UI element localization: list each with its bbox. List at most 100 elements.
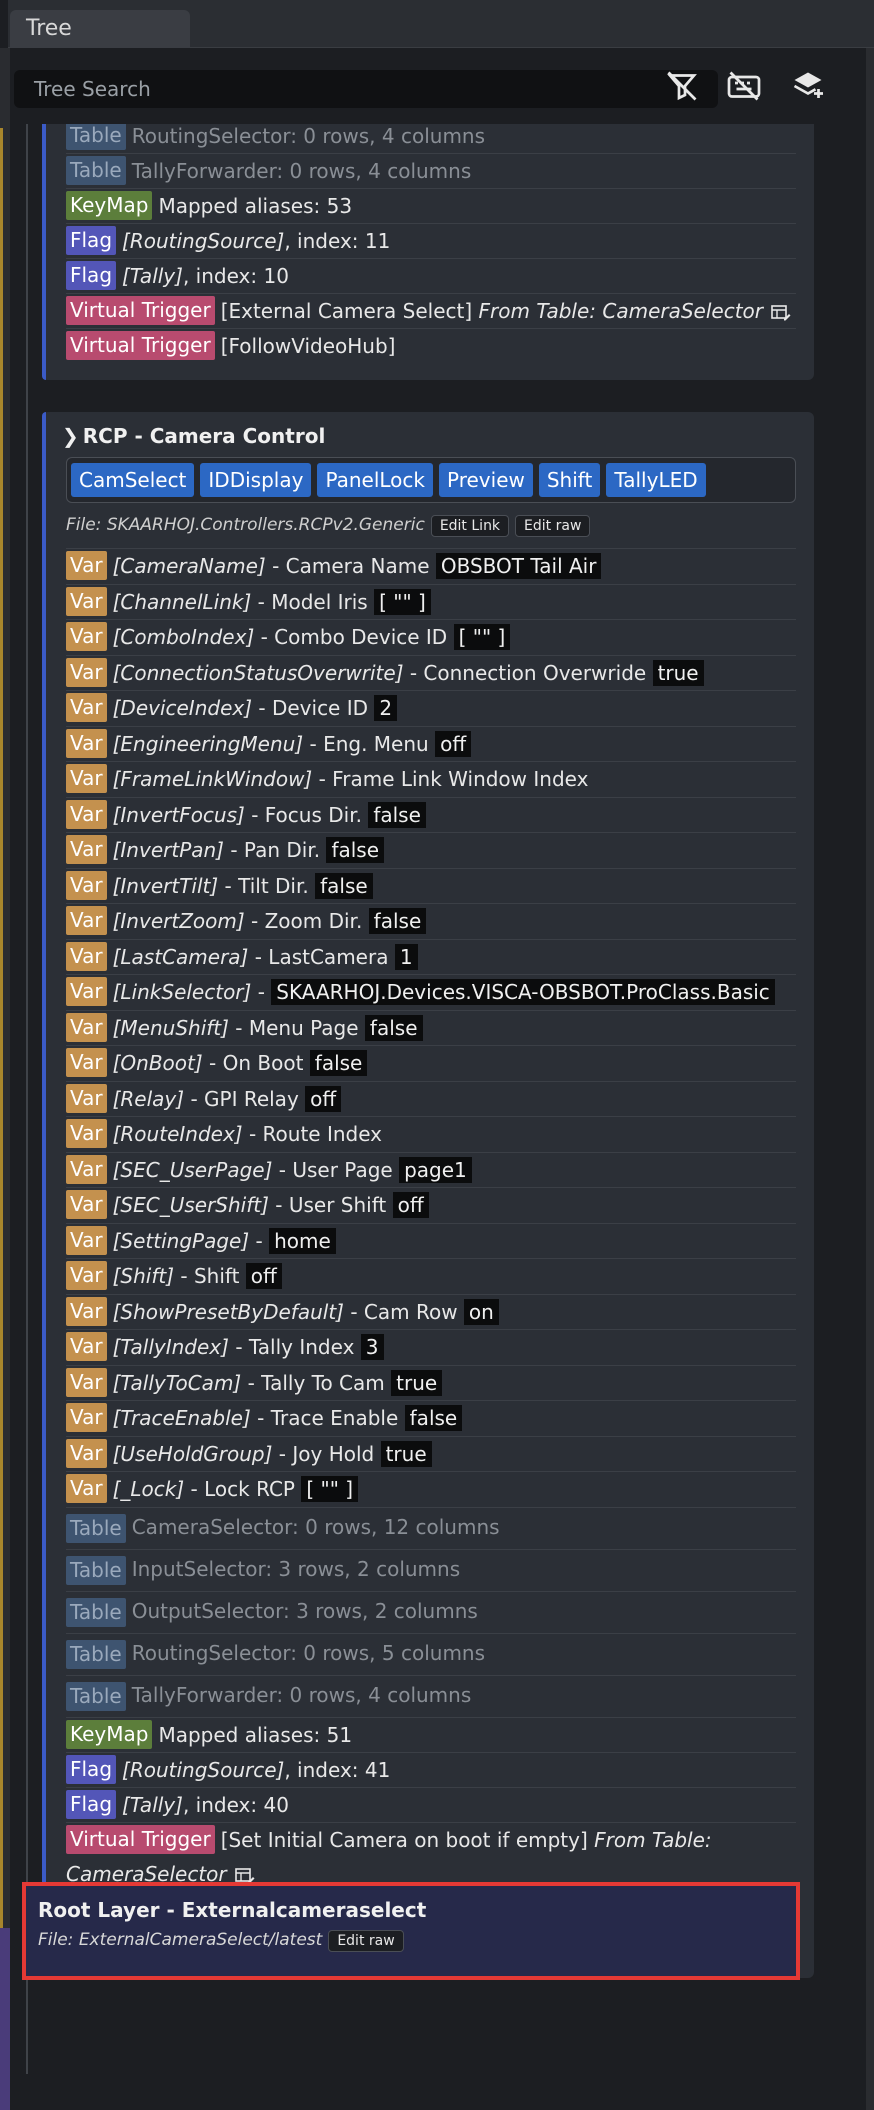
var-row[interactable]: Var [SEC_UserShift] - User Shift off: [66, 1187, 796, 1222]
var-name: [MenuShift]: [112, 1015, 229, 1040]
var-badge: Var: [66, 906, 107, 935]
var-row[interactable]: Var [Relay] - GPI Relay off: [66, 1080, 796, 1116]
tag-tallyled[interactable]: TallyLED: [606, 463, 706, 497]
table-row[interactable]: Table RoutingSelector: 0 rows, 5 columns: [66, 1633, 796, 1675]
tag-panellock[interactable]: PanelLock: [317, 463, 433, 497]
var-name: [OnBoot]: [112, 1051, 203, 1075]
var-label: - Joy Hold: [278, 1441, 375, 1466]
var-row[interactable]: Var [FrameLinkWindow] - Frame Link Window…: [66, 761, 796, 796]
virtual-trigger-source: From Table: CameraSelector: [478, 299, 764, 323]
table-row-text: RoutingSelector: 0 rows, 4 columns: [131, 124, 486, 148]
var-row[interactable]: Var [InvertPan] - Pan Dir. false: [66, 832, 796, 867]
var-badge: Var: [66, 728, 107, 758]
var-value: SKAARHOJ.Devices.VISCA-OBSBOT.ProClass.B…: [271, 979, 775, 1005]
virtual-trigger-row[interactable]: Virtual Trigger[External Camera Select] …: [66, 293, 796, 328]
var-label: - Tally Index: [235, 1335, 355, 1359]
var-row[interactable]: Var [OnBoot] - On Boot false: [66, 1045, 796, 1080]
var-row[interactable]: Var [LinkSelector] - SKAARHOJ.Devices.VIS…: [66, 974, 796, 1009]
var-row[interactable]: Var [Shift] - Shift off: [66, 1258, 796, 1293]
var-label: - Trace Enable: [257, 1406, 399, 1430]
var-label: - Camera Name: [272, 554, 430, 578]
var-name: [LastCamera]: [112, 944, 249, 969]
table-row[interactable]: Table TallyForwarder: 0 rows, 4 columns: [66, 1675, 796, 1717]
table-edit-icon[interactable]: [771, 304, 791, 322]
var-badge: Var: [66, 1296, 107, 1326]
tree-view[interactable]: Table RoutingSelector: 0 rows, 4 columns …: [8, 124, 868, 2110]
var-row[interactable]: Var [RouteIndex] - Route Index: [66, 1116, 796, 1151]
var-value: false: [368, 801, 426, 828]
var-name: [ShowPresetByDefault]: [112, 1299, 344, 1324]
var-row[interactable]: Var [MenuShift] - Menu Page false: [66, 1009, 796, 1045]
tree-search-placeholder: Tree Search: [34, 77, 151, 101]
tag-preview[interactable]: Preview: [439, 463, 533, 497]
var-row[interactable]: Var [TraceEnable] - Trace Enable false: [66, 1400, 796, 1435]
hide-keyboard-button[interactable]: [726, 68, 766, 110]
var-label: - Connection Overwride: [409, 660, 647, 685]
var-row[interactable]: Var [CameraName] - Camera Name OBSBOT Tai…: [66, 548, 796, 583]
table-row-text: InputSelector: 3 rows, 2 columns: [131, 1557, 461, 1581]
var-badge: Var: [66, 1403, 107, 1432]
table-row[interactable]: Table CameraSelector: 0 rows, 12 columns: [66, 1507, 796, 1549]
var-row[interactable]: Var [ComboIndex] - Combo Device ID [ "" ]: [66, 619, 796, 654]
var-row[interactable]: Var [SEC_UserPage] - User Page page1: [66, 1151, 796, 1187]
var-value: true: [391, 1369, 443, 1396]
tree-search-input[interactable]: Tree Search: [14, 70, 718, 108]
root-edit-raw-button[interactable]: Edit raw: [328, 1930, 404, 1952]
var-row[interactable]: Var [InvertZoom] - Zoom Dir. false: [66, 903, 796, 938]
var-row[interactable]: Var [EngineeringMenu] - Eng. Menu off: [66, 725, 796, 761]
root-layer-block[interactable]: Root Layer - Externalcameraselect File: …: [22, 1882, 800, 1980]
virtual-trigger-badge: Virtual Trigger: [66, 1825, 215, 1854]
table-row[interactable]: Table OutputSelector: 3 rows, 2 columns: [66, 1591, 796, 1633]
chevron-right-icon[interactable]: ❯: [62, 424, 79, 448]
virtual-trigger-row[interactable]: Virtual Trigger [Set Initial Camera on bo…: [66, 1822, 796, 1890]
var-name: [InvertFocus]: [112, 802, 245, 827]
add-layer-button[interactable]: [790, 68, 830, 110]
var-row[interactable]: Var [UseHoldGroup] - Joy Hold true: [66, 1435, 796, 1471]
var-row[interactable]: Var [ShowPresetByDefault] - Cam Row on: [66, 1293, 796, 1329]
flag-name: [Tally]: [122, 1793, 183, 1817]
flag-row[interactable]: Flag [Tally], index: 10: [66, 258, 796, 293]
edit-link-button[interactable]: Edit Link: [430, 515, 510, 537]
table-row[interactable]: Table InputSelector: 3 rows, 2 columns: [66, 1549, 796, 1591]
var-row[interactable]: Var [LastCamera] - LastCamera 1: [66, 938, 796, 974]
layer-header[interactable]: ❯ RCP - Camera Control: [62, 424, 325, 448]
table-row[interactable]: Table TallyForwarder: 0 rows, 4 columns: [66, 153, 796, 188]
var-label: - Model Iris: [257, 589, 368, 614]
var-badge: Var: [66, 551, 107, 580]
var-row[interactable]: Var [SettingPage] - home: [66, 1222, 796, 1258]
var-value: [ "" ]: [374, 588, 431, 615]
keymap-row[interactable]: KeyMap Mapped aliases: 53: [66, 188, 796, 223]
var-row[interactable]: Var [TallyIndex] - Tally Index 3: [66, 1329, 796, 1364]
var-row[interactable]: Var [InvertTilt] - Tilt Dir. false: [66, 867, 796, 903]
table-row[interactable]: Table RoutingSelector: 0 rows, 4 columns: [66, 124, 796, 153]
edit-raw-button[interactable]: Edit raw: [515, 515, 591, 537]
clear-filter-button[interactable]: [664, 68, 704, 110]
tab-tree[interactable]: Tree: [10, 10, 190, 48]
var-badge: Var: [66, 657, 107, 687]
rcp-camera-control-block: ❯ RCP - Camera Control CamSelect IDDisplay…: [42, 412, 814, 1978]
keymap-text: Mapped aliases: 51: [158, 1723, 353, 1747]
var-badge: Var: [66, 977, 107, 1006]
tag-iddisplay[interactable]: IDDisplay: [200, 463, 312, 497]
virtual-trigger-row[interactable]: Virtual Trigger [FollowVideoHub]: [66, 328, 796, 363]
tag-shift[interactable]: Shift: [538, 463, 601, 497]
tag-camselect[interactable]: CamSelect: [71, 463, 195, 497]
var-row[interactable]: Var [ChannelLink] - Model Iris [ "" ]: [66, 583, 796, 619]
root-layer-title: Root Layer - Externalcameraselect: [38, 1898, 427, 1922]
var-name: [RouteIndex]: [112, 1122, 243, 1146]
flag-index: , index: 41: [284, 1758, 391, 1782]
table-row-text: TallyForwarder: 0 rows, 4 columns: [131, 159, 472, 183]
var-row[interactable]: Var [InvertFocus] - Focus Dir. false: [66, 796, 796, 832]
flag-row[interactable]: Flag [RoutingSource], index: 11: [66, 223, 796, 258]
var-value: on: [463, 1298, 499, 1325]
var-row[interactable]: Var [ConnectionStatusOverwrite] - Connect…: [66, 654, 796, 690]
keymap-row[interactable]: KeyMap Mapped aliases: 51: [66, 1717, 796, 1752]
var-value: true: [380, 1440, 432, 1467]
var-name: [FrameLinkWindow]: [112, 767, 313, 791]
flag-row[interactable]: Flag [RoutingSource], index: 41: [66, 1752, 796, 1787]
var-row[interactable]: Var [TallyToCam] - Tally To Cam true: [66, 1364, 796, 1400]
var-row[interactable]: Var [DeviceIndex] - Device ID 2: [66, 690, 796, 725]
var-row[interactable]: Var [_Lock] - Lock RCP [ "" ]: [66, 1471, 796, 1506]
var-label: - Route Index: [248, 1122, 382, 1146]
flag-row[interactable]: Flag [Tally], index: 40: [66, 1787, 796, 1822]
